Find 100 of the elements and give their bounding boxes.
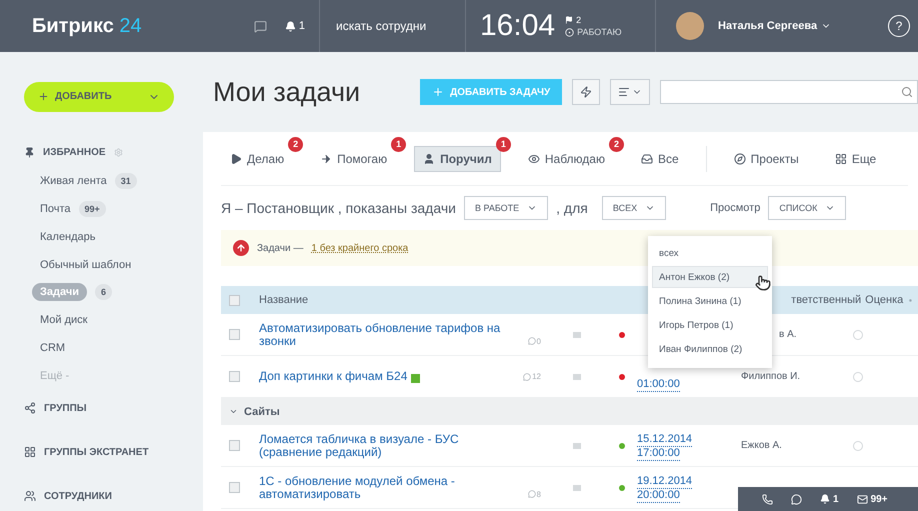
lightning-button[interactable] — [572, 79, 600, 105]
menu-icon[interactable] — [573, 374, 581, 380]
user-name[interactable]: Наталья Сергеева — [718, 20, 818, 32]
section-title[interactable]: ГРУППЫ — [44, 402, 87, 414]
tab[interactable]: Все — [632, 146, 688, 172]
list-button[interactable] — [610, 79, 650, 105]
notification-count: 1 — [833, 494, 839, 504]
deadline-time[interactable]: 20:00:00 — [637, 488, 680, 502]
lines-icon — [618, 86, 630, 98]
mail-count: 99+ — [870, 494, 888, 504]
sidebar-item[interactable]: Мой диск — [40, 314, 88, 326]
grid-icon — [834, 152, 847, 164]
counter: 99+ — [78, 201, 106, 218]
status-select[interactable]: В РАБОТЕ — [464, 196, 548, 220]
column-header[interactable]: тветственный — [791, 294, 866, 306]
comment-icon — [523, 372, 532, 380]
checkbox[interactable] — [229, 371, 240, 382]
sidebar-item[interactable]: Обычный шаблон — [40, 258, 132, 271]
checkbox[interactable] — [229, 440, 240, 451]
deadline-date[interactable]: 19.12.2014 — [637, 474, 692, 488]
counter: 31 — [114, 173, 137, 190]
section-title[interactable]: ГРУППЫ ЭКСТРАНЕТ — [44, 446, 149, 458]
group-title[interactable]: Сайты — [244, 406, 280, 418]
menu-item[interactable]: Иван Филиппов (2) — [652, 338, 768, 360]
blocks-icon — [24, 446, 36, 458]
menu-icon[interactable] — [573, 442, 581, 448]
section-title[interactable]: СОТРУДНИКИ — [44, 490, 112, 502]
add-button[interactable]: ДОБАВИТЬ — [24, 82, 174, 112]
sidebar-item[interactable]: Живая лента — [40, 175, 107, 188]
filter-text: Я – Постановщик , показаны задачи — [221, 200, 456, 216]
search-icon[interactable] — [901, 86, 913, 98]
deadline-time[interactable]: 17:00:00 — [637, 446, 680, 460]
alert-link[interactable]: 1 без крайнего срока — [311, 242, 408, 254]
assignee-select[interactable]: ВСЕХ — [602, 196, 666, 220]
responsible-name: Филиппов И. — [741, 371, 800, 382]
tab[interactable]: Поручил — [414, 146, 501, 172]
deadline-time[interactable]: 01:00:00 — [637, 378, 680, 392]
checkbox[interactable] — [229, 329, 240, 340]
logo[interactable]: Битрикс 24 — [0, 14, 190, 38]
pin-icon — [24, 147, 35, 158]
person-icon — [423, 152, 436, 164]
alert-icon — [233, 240, 249, 256]
checkbox[interactable] — [229, 482, 240, 493]
notification-count: 1 — [298, 20, 305, 32]
column-header[interactable]: Название — [257, 294, 308, 306]
task-link[interactable]: Автоматизировать обновление тарифов на звонки — [259, 322, 517, 348]
page-title: Мои задачи — [213, 76, 360, 108]
plus-icon — [38, 91, 49, 102]
sidebar-item[interactable]: Календарь — [40, 230, 96, 243]
chat-icon[interactable] — [254, 20, 267, 32]
counter: 6 — [94, 284, 112, 300]
task-link[interactable]: Доп картинки к фичам Б24 — [259, 370, 408, 383]
sidebar-item[interactable]: Почта — [40, 203, 71, 216]
clock-time[interactable]: 16:04 — [480, 9, 556, 43]
view-select[interactable]: СПИСОК — [768, 196, 846, 220]
eye-icon — [528, 152, 540, 164]
mail-icon[interactable] — [856, 494, 868, 504]
settings-icon[interactable] — [114, 148, 123, 158]
task-link[interactable]: Ломается табличка в визуале - БУС (сравнение редакций) — [259, 432, 517, 458]
bell-icon[interactable] — [820, 494, 830, 504]
count-badge: 1 — [391, 136, 406, 152]
tab[interactable]: Еще — [826, 146, 886, 172]
flag-icon — [565, 16, 574, 24]
phone-icon[interactable] — [762, 494, 773, 504]
flag-count: 2 — [576, 15, 582, 25]
menu-icon[interactable] — [573, 332, 581, 338]
menu-item[interactable]: Игорь Петров (1) — [652, 314, 768, 336]
comment-icon — [528, 490, 536, 498]
sidebar-item[interactable]: CRM — [40, 342, 66, 354]
bell-icon[interactable] — [284, 20, 296, 32]
menu-item[interactable]: Антон Ежков (2) — [652, 266, 768, 288]
help-button[interactable]: ? — [888, 15, 910, 37]
search-field[interactable] — [660, 80, 918, 104]
deadline-date[interactable]: 15.12.2014 — [637, 432, 692, 446]
checkbox[interactable] — [229, 294, 240, 306]
count-badge: 2 — [288, 136, 304, 152]
section-title[interactable]: ИЗБРАННОЕ — [43, 147, 106, 158]
column-header[interactable]: Оценка — [865, 294, 910, 306]
count-badge: 2 — [608, 136, 624, 152]
play-icon — [230, 152, 242, 164]
avatar[interactable] — [676, 12, 704, 40]
arrow-icon — [320, 152, 332, 164]
menu-icon[interactable] — [573, 484, 581, 490]
rating-icon[interactable] — [853, 330, 863, 340]
plus-icon — [432, 86, 444, 98]
menu-item[interactable]: всех — [652, 242, 768, 264]
filter-text: , для — [556, 200, 588, 216]
responsible-name: в А. — [779, 329, 797, 340]
collapse-icon[interactable] — [229, 407, 238, 416]
task-link[interactable]: 1С - обновление модулей обмена - автоматизировать — [259, 474, 517, 500]
comment-count: 12 — [532, 371, 541, 383]
count-badge: 1 — [496, 136, 511, 152]
menu-item[interactable]: Полина Зинина (1) — [652, 290, 768, 312]
rating-icon[interactable] — [853, 440, 863, 450]
tab[interactable]: Проекты — [724, 146, 808, 172]
search-field[interactable]: искать сотрудни — [334, 18, 444, 34]
people-icon — [24, 490, 36, 502]
rating-icon[interactable] — [853, 372, 863, 382]
view-label: Просмотр — [710, 202, 760, 214]
work-status[interactable]: РАБОТАЮ — [577, 27, 622, 37]
